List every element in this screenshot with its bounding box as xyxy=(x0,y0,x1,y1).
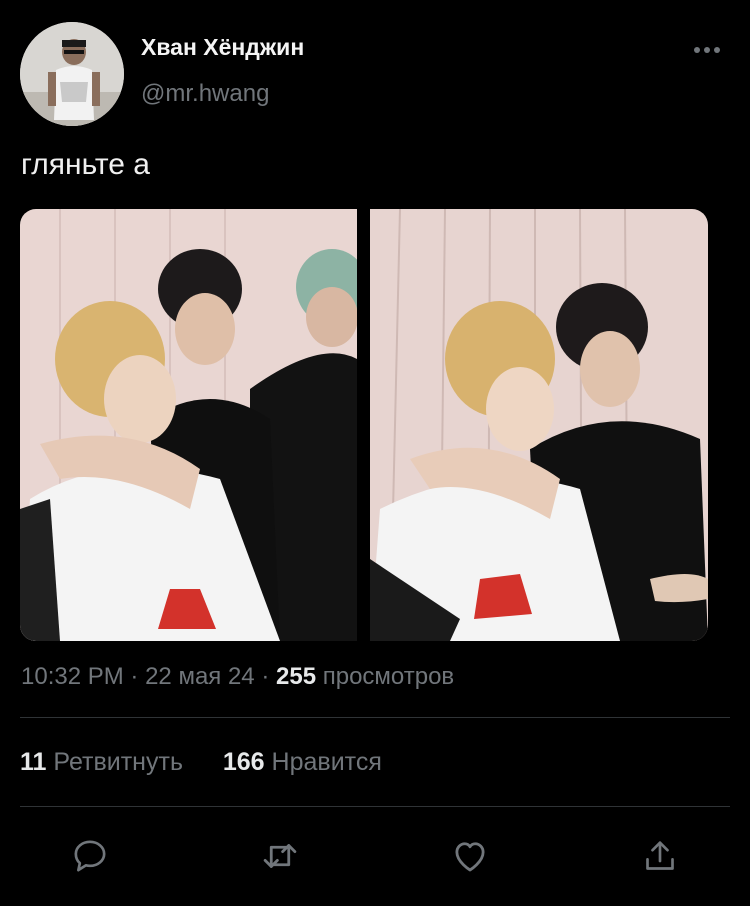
likes-label: Нравится xyxy=(271,748,382,776)
tweet-meta: 10:32 PM · 22 мая 24 · 255 просмотров xyxy=(21,663,454,691)
retweets-stat[interactable]: 11 Ретвитнуть xyxy=(20,748,190,776)
like-button[interactable] xyxy=(448,835,492,877)
author-handle[interactable]: @mr.hwang xyxy=(141,80,269,108)
retweets-count: 11 xyxy=(20,748,47,776)
divider xyxy=(20,717,730,718)
likes-stat[interactable]: 166 Нравится xyxy=(223,748,382,776)
tweet-photo-1[interactable] xyxy=(20,209,357,641)
meta-separator: · xyxy=(261,663,270,690)
views-count: 255 xyxy=(276,663,317,690)
tweet-date[interactable]: 22 мая 24 xyxy=(145,663,255,690)
author-name[interactable]: Хван Хёнджин xyxy=(141,34,304,61)
engagement-stats: 11 Ретвитнуть 166 Нравится xyxy=(20,748,382,777)
more-horizontal-icon[interactable] xyxy=(694,46,720,54)
tweet-media[interactable] xyxy=(20,209,708,641)
views-label: просмотров xyxy=(322,663,455,690)
retweets-label: Ретвитнуть xyxy=(53,748,183,776)
author-avatar[interactable] xyxy=(20,22,124,126)
share-icon xyxy=(646,841,674,870)
reply-icon xyxy=(74,840,106,872)
tweet-text: гляньте а xyxy=(21,148,150,181)
likes-count: 166 xyxy=(222,748,265,776)
share-button[interactable] xyxy=(638,835,682,877)
retweet-button[interactable] xyxy=(258,835,302,877)
divider xyxy=(20,806,730,807)
heart-icon xyxy=(455,842,485,872)
tweet-photo-2[interactable] xyxy=(370,209,708,641)
reply-button[interactable] xyxy=(68,835,112,877)
meta-separator: · xyxy=(130,663,139,690)
retweet-icon xyxy=(263,844,297,868)
tweet-time[interactable]: 10:32 PM xyxy=(21,663,124,690)
